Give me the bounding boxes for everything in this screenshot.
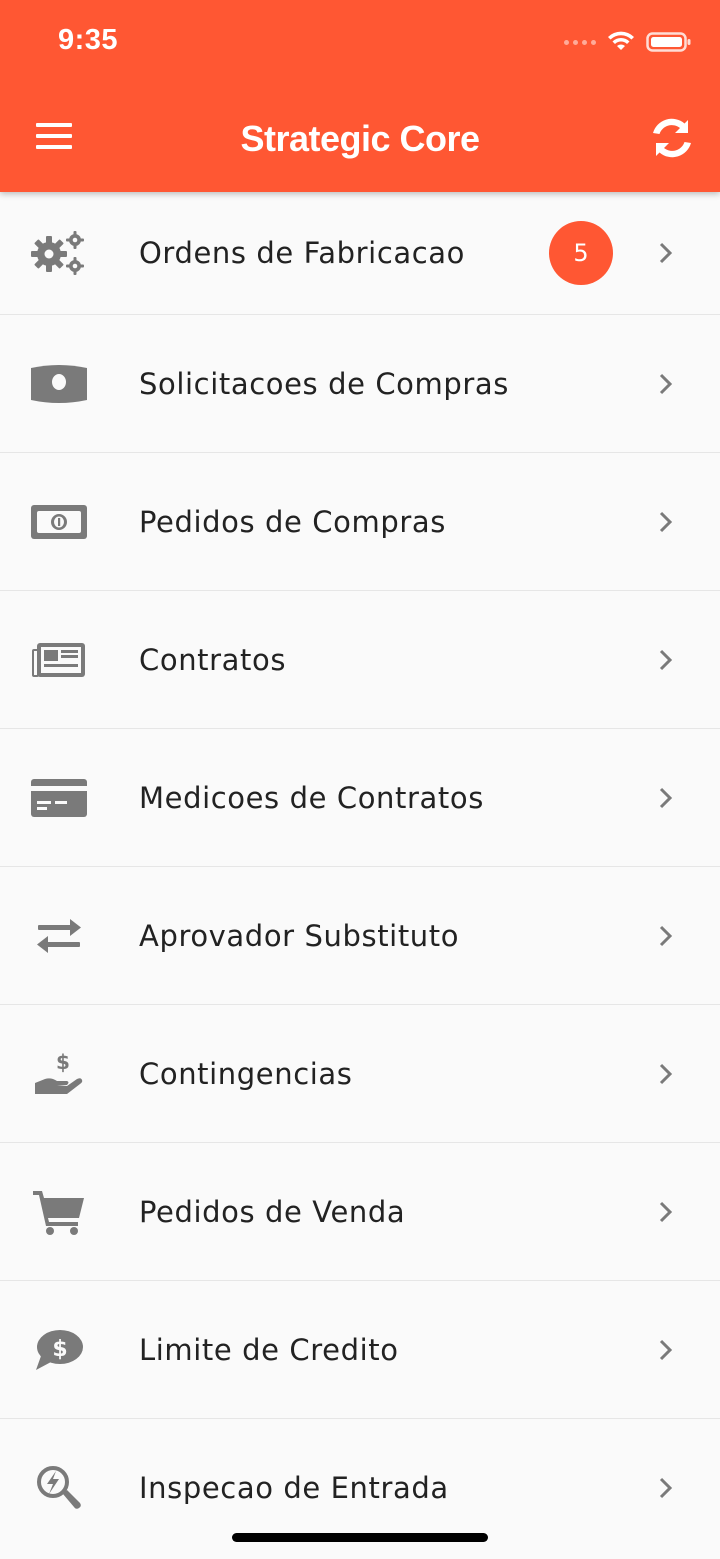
exchange-arrows-icon [28, 910, 90, 962]
signal-dots-icon [564, 39, 596, 45]
menu-list: Ordens de Fabricacao 5 Solicitacoes de C… [0, 178, 720, 1556]
sync-refresh-icon [653, 118, 691, 158]
chevron-right-icon [654, 240, 678, 266]
chevron-right-icon [654, 1337, 678, 1363]
chevron-right-icon [654, 371, 678, 397]
menu-item-label: Inspecao de Entrada [139, 1470, 449, 1505]
menu-item-contingencias[interactable]: $ Contingencias [0, 1005, 720, 1143]
svg-text:$: $ [52, 1337, 67, 1362]
menu-item-label: Aprovador Substituto [139, 918, 460, 953]
menu-item-label: Limite de Credito [139, 1332, 399, 1367]
money-bill-icon [28, 358, 90, 410]
status-icons [564, 30, 692, 54]
newspaper-icon [28, 634, 90, 686]
menu-item-label: Contingencias [139, 1056, 353, 1091]
chevron-right-icon [654, 1061, 678, 1087]
wifi-icon [608, 31, 634, 50]
app-title: Strategic Core [240, 118, 480, 159]
home-indicator[interactable] [232, 1533, 488, 1542]
menu-item-solicitacoes-de-compras[interactable]: Solicitacoes de Compras [0, 315, 720, 453]
menu-item-label: Contratos [139, 642, 287, 677]
chevron-right-icon [654, 647, 678, 673]
refresh-button[interactable] [646, 112, 698, 164]
chevron-right-icon [654, 1475, 678, 1501]
chevron-right-icon [654, 923, 678, 949]
comment-dollar-icon: $ [28, 1324, 90, 1376]
credit-card-icon [28, 772, 90, 824]
menu-item-label: Pedidos de Compras [139, 504, 446, 539]
chevron-right-icon [654, 785, 678, 811]
chevron-right-icon [654, 509, 678, 535]
menu-item-aprovador-substituto[interactable]: Aprovador Substituto [0, 867, 720, 1005]
menu-item-label: Solicitacoes de Compras [139, 366, 509, 401]
battery-icon [646, 32, 691, 52]
menu-item-contratos[interactable]: Contratos [0, 591, 720, 729]
menu-item-label: Ordens de Fabricacao [139, 236, 466, 270]
shopping-cart-icon [28, 1186, 90, 1238]
menu-item-ordens-de-fabricacao[interactable]: Ordens de Fabricacao 5 [0, 178, 720, 315]
chevron-right-icon [654, 1199, 678, 1225]
menu-item-label: Pedidos de Venda [139, 1194, 406, 1229]
svg-text:$: $ [56, 1050, 70, 1074]
count-badge: 5 [549, 221, 613, 285]
menu-item-pedidos-de-compras[interactable]: Pedidos de Compras [0, 453, 720, 591]
app-bar: 9:35 Strategic Core [0, 0, 720, 192]
money-bill-outline-icon [28, 496, 90, 548]
menu-item-label: Medicoes de Contratos [139, 780, 484, 815]
menu-item-limite-de-credito[interactable]: $ Limite de Credito [0, 1281, 720, 1419]
gears-icon [28, 227, 90, 279]
search-bolt-icon [28, 1462, 90, 1514]
status-time: 9:35 [58, 24, 119, 56]
menu-item-pedidos-de-venda[interactable]: Pedidos de Venda [0, 1143, 720, 1281]
menu-item-medicoes-de-contratos[interactable]: Medicoes de Contratos [0, 729, 720, 867]
hand-holding-dollar-icon: $ [28, 1048, 90, 1100]
